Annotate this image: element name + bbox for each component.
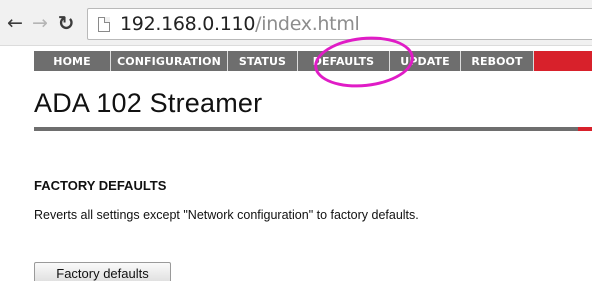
forward-arrow-icon[interactable]: → — [29, 12, 51, 34]
page-icon — [98, 16, 110, 32]
page-title: ADA 102 Streamer — [34, 88, 263, 118]
main-nav: HOME CONFIGURATION STATUS DEFAULTS UPDAT… — [34, 51, 592, 71]
nav-item-update[interactable]: UPDATE — [390, 51, 461, 71]
url-text: 192.168.0.110/index.html — [120, 13, 360, 35]
title-divider — [34, 127, 592, 131]
reload-icon[interactable]: ↻ — [55, 12, 77, 34]
nav-item-home[interactable]: HOME — [34, 51, 111, 71]
back-arrow-icon[interactable]: ← — [4, 12, 26, 34]
address-bar[interactable]: 192.168.0.110/index.html — [87, 8, 592, 40]
url-path: /index.html — [255, 13, 360, 35]
nav-item-status[interactable]: STATUS — [228, 51, 298, 71]
factory-defaults-button[interactable]: Factory defaults — [34, 262, 171, 281]
description-text: Reverts all settings except "Network con… — [34, 208, 419, 222]
nav-item-configuration[interactable]: CONFIGURATION — [111, 51, 228, 71]
section-heading: FACTORY DEFAULTS — [34, 178, 167, 193]
nav-item-defaults[interactable]: DEFAULTS — [298, 51, 390, 71]
url-host: 192.168.0.110 — [120, 13, 256, 35]
title-divider-accent — [578, 127, 592, 131]
browser-toolbar: ← → ↻ 192.168.0.110/index.html — [0, 0, 592, 46]
nav-accent-block — [534, 51, 592, 71]
nav-item-reboot[interactable]: REBOOT — [461, 51, 534, 71]
